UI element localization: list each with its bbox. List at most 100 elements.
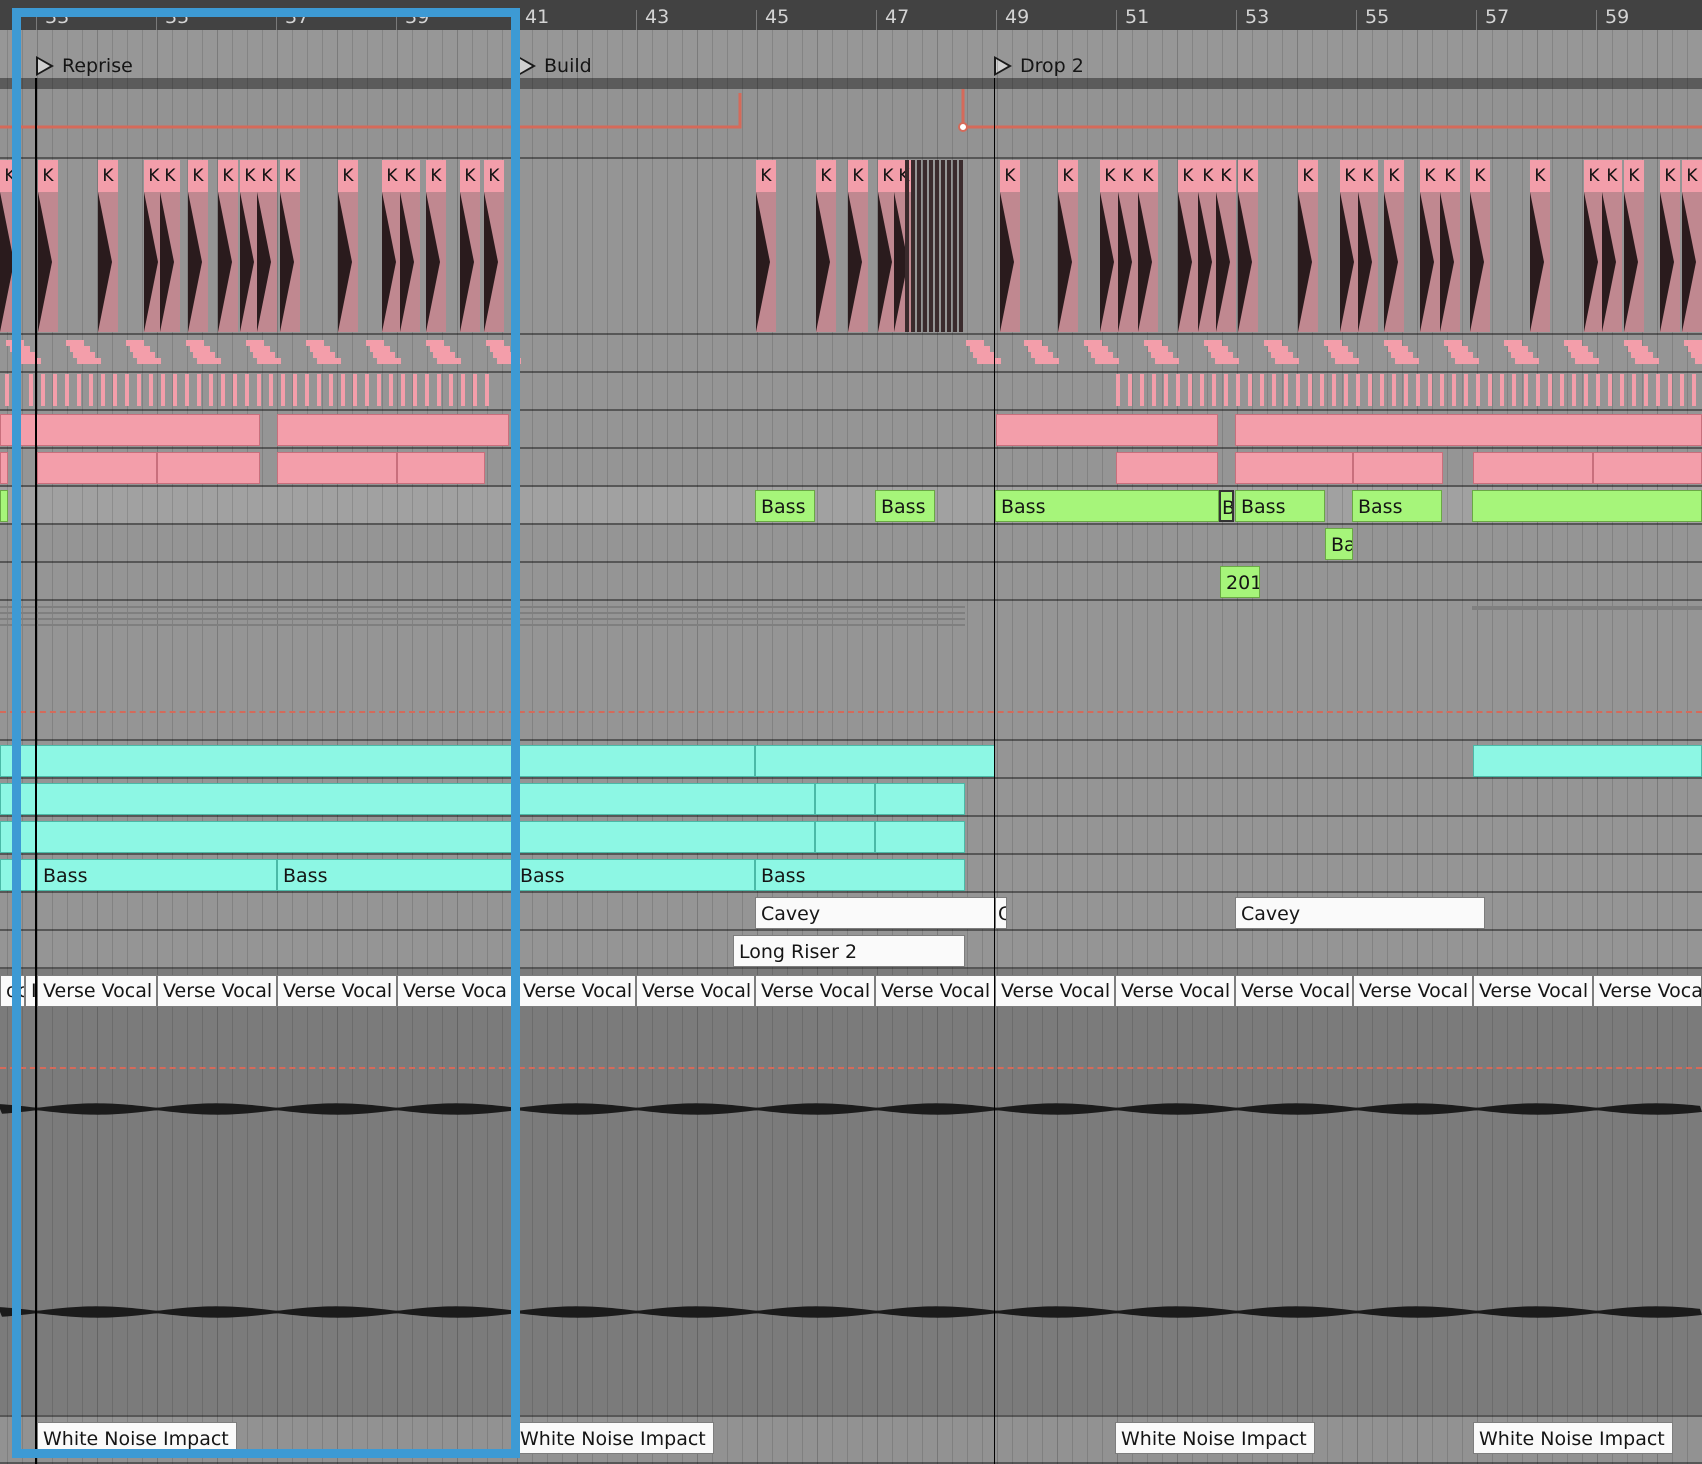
perc-midi-note[interactable] [1656,374,1660,406]
kick-audio-clip[interactable]: K [1138,160,1158,332]
kick-audio-clip[interactable]: K [1682,160,1702,332]
cavey-audio-clip[interactable]: Cavey [755,897,995,929]
perc-midi-note[interactable] [1152,374,1156,406]
clap-clip[interactable] [0,452,8,484]
snare-clip[interactable] [996,414,1218,446]
kick-roll-clip[interactable] [923,160,927,332]
perc-midi-note[interactable] [1188,374,1192,406]
kick-roll-clip[interactable] [935,160,939,332]
perc-midi-note[interactable] [1260,374,1264,406]
kick-roll-clip[interactable] [947,160,951,332]
pad-clip[interactable] [815,821,875,853]
perc-midi-note[interactable] [1164,374,1168,406]
perc-midi-note[interactable] [1488,374,1492,406]
perc-midi-note[interactable] [1308,374,1312,406]
kick-audio-clip[interactable]: K [1118,160,1138,332]
perc-midi-note[interactable] [1272,374,1276,406]
perc-midi-note[interactable] [1680,374,1684,406]
verse-vocal-audio-clip[interactable]: Verse Vocal [995,975,1115,1007]
cavey-audio-clip[interactable]: C [995,897,1007,929]
perc-midi-note[interactable] [1332,374,1336,406]
verse-vocal-audio-clip[interactable]: Verse Vocal [1593,975,1702,1007]
perc-midi-note[interactable] [1692,374,1696,406]
kick-roll-clip[interactable] [911,160,915,332]
bass-2-midi-clip[interactable]: Ba [1325,528,1353,560]
verse-vocal-audio-clip[interactable]: Verse Vocal [517,975,636,1007]
verse-vocal-audio-clip[interactable]: Verse Vocal [636,975,755,1007]
arrangement-view[interactable]: 33 35 37 39 41 43 45 47 49 51 53 55 57 59 Reprise Bui… [0,0,1702,1464]
perc-midi-note[interactable] [1440,374,1444,406]
clap-clip[interactable] [1593,452,1702,484]
kick-roll-clip[interactable] [941,160,945,332]
kick-audio-clip[interactable]: K [1584,160,1604,332]
perc-midi-note[interactable] [1560,374,1564,406]
perc-midi-note[interactable] [1452,374,1456,406]
bass-midi-clip[interactable] [1472,490,1702,522]
perc-midi-note[interactable] [1356,374,1360,406]
perc-midi-note[interactable] [1212,374,1216,406]
verse-vocal-audio-clip[interactable]: Verse Vocal [1115,975,1235,1007]
sub-bass-clip[interactable]: Bass [755,859,965,891]
perc-midi-note[interactable] [1584,374,1588,406]
bass-midi-clip-selected[interactable]: B [1219,490,1234,522]
perc-midi-note[interactable] [1632,374,1636,406]
perc-midi-note[interactable] [1596,374,1600,406]
sub-bass-clip[interactable]: Bass [517,859,755,891]
perc-midi-note[interactable] [1392,374,1396,406]
kick-audio-clip[interactable]: K [1298,160,1318,332]
perc-midi-note[interactable] [5,374,9,406]
hat-midi-note[interactable] [1514,358,1539,364]
pad-clip[interactable] [875,821,965,853]
kick-audio-clip[interactable]: K [1340,160,1360,332]
perc-midi-note[interactable] [1464,374,1468,406]
kick-audio-clip[interactable]: K [1178,160,1198,332]
perc-midi-note[interactable] [1140,374,1144,406]
kick-audio-clip[interactable]: K [1660,160,1680,332]
verse-vocal-audio-clip[interactable]: Verse Vocal [1235,975,1353,1007]
bass-midi-clip[interactable]: Bass [1235,490,1325,522]
bass-midi-clip[interactable]: Bass [1352,490,1442,522]
kick-audio-clip[interactable]: K [756,160,776,332]
kick-roll-clip[interactable] [959,160,963,332]
perc-midi-note[interactable] [1224,374,1228,406]
perc-midi-note[interactable] [1524,374,1528,406]
fx-clip-strip[interactable] [1472,606,1702,610]
snare-clip[interactable] [1235,414,1702,446]
bass-midi-clip[interactable]: Bass [995,490,1219,522]
locator-drop-2[interactable]: Drop 2 [994,54,1084,78]
bass-midi-clip[interactable]: Bass [755,490,815,522]
hat-midi-note[interactable] [976,358,1001,364]
perc-midi-note[interactable] [1128,374,1132,406]
perc-midi-note[interactable] [1404,374,1408,406]
hat-midi-note[interactable] [1034,358,1059,364]
verse-vocal-audio-clip[interactable]: Verse Vocal [755,975,875,1007]
kick-audio-clip[interactable]: K [1602,160,1622,332]
perc-midi-note[interactable] [1116,374,1120,406]
verse-vocal-audio-clip[interactable]: Verse Vocal [1353,975,1473,1007]
kick-audio-clip[interactable]: K [1000,160,1020,332]
kick-roll-clip[interactable] [917,160,921,332]
perc-midi-note[interactable] [1644,374,1648,406]
kick-audio-clip[interactable]: K [1440,160,1460,332]
hat-midi-note[interactable] [1214,358,1239,364]
perc-midi-note[interactable] [1668,374,1672,406]
perc-midi-note[interactable] [1428,374,1432,406]
long-riser-audio-clip[interactable]: Long Riser 2 [733,935,965,967]
hat-midi-note[interactable] [1634,358,1659,364]
clap-clip[interactable] [1353,452,1443,484]
perc-midi-note[interactable] [1296,374,1300,406]
kick-audio-clip[interactable]: K [1198,160,1218,332]
perc-midi-note[interactable] [1500,374,1504,406]
kick-audio-clip[interactable]: K [1624,160,1644,332]
hat-midi-note[interactable] [1454,358,1479,364]
perc-midi-note[interactable] [1236,374,1240,406]
clap-clip[interactable] [1235,452,1353,484]
verse-vocal-audio-clip[interactable]: Verse Vocal [1473,975,1593,1007]
hat-midi-note[interactable] [1394,358,1419,364]
bass-midi-clip[interactable] [0,490,8,522]
perc-midi-note[interactable] [1512,374,1516,406]
perc-midi-note[interactable] [1368,374,1372,406]
cavey-audio-clip[interactable]: Cavey [1235,897,1485,929]
kick-audio-clip[interactable]: K [1216,160,1236,332]
perc-midi-note[interactable] [1476,374,1480,406]
